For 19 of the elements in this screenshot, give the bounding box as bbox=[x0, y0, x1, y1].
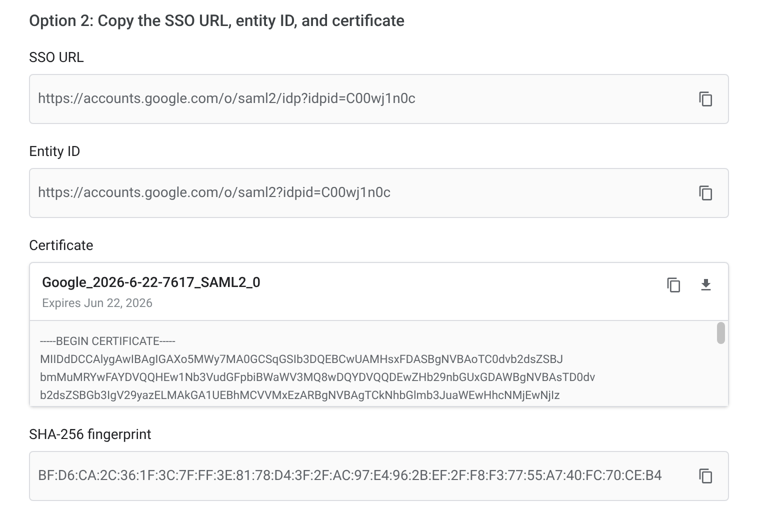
field-value: https://accounts.google.com/o/saml2?idpid=C00wj1n0c bbox=[38, 184, 392, 202]
field-label: SSO URL bbox=[29, 50, 85, 66]
field-label: Certificate bbox=[29, 238, 94, 254]
scrollbar-thumb[interactable] bbox=[717, 322, 725, 344]
field-value: https://accounts.google.com/o/saml2/idp?idpid=C00wj1n0c bbox=[38, 90, 417, 108]
copy-icon[interactable] bbox=[698, 91, 714, 107]
field-value: BF:D6:CA:2C:36:1F:3C:7F:FF:3E:81:78:D4:3F:2F:AC:97:E4:96:2B:EF:2F:F8:F3:77:55:A7:40:FC:70:CE:B4 bbox=[38, 466, 663, 486]
copy-icon[interactable] bbox=[698, 185, 714, 201]
certificate-line: b2dsZSBGb3IgV29yazELMAkGA1UEBhMCVVMxEzARBgNVBAgTCkNhbGlmb3JuaWEwHhcNMjEwNjIz bbox=[40, 387, 561, 404]
copy-icon[interactable] bbox=[698, 468, 714, 484]
certificate-line: -----BEGIN CERTIFICATE----- bbox=[40, 333, 176, 350]
expiry-date: Expires Jun 22, 2026 bbox=[42, 296, 154, 310]
certificate-name: Google_2026-6-22-7617_SAML2_0 bbox=[42, 275, 262, 291]
field-label: Entity ID bbox=[29, 144, 82, 160]
copy-icon[interactable] bbox=[666, 277, 682, 293]
certificate-line: MIIDdDCCAlygAwIBAgIGAXo5MWy7MA0GCSqGSIb3DQEBCwUAMHsxFDASBgNVBAoTC0dvb2dsZSBJ bbox=[40, 351, 564, 368]
section-heading: Option 2: Copy the SSO URL, entity ID, and certificate bbox=[29, 11, 406, 31]
certificate-line: bmMuMRYwFAYDVQQHEw1Nb3VudGFpbiBWaWV3MQ8wDQYDVQQDEwZHb29nbGUxGDAWBgNVBAsTD0dv bbox=[40, 369, 596, 386]
field-label: SHA-256 fingerprint bbox=[29, 427, 152, 443]
